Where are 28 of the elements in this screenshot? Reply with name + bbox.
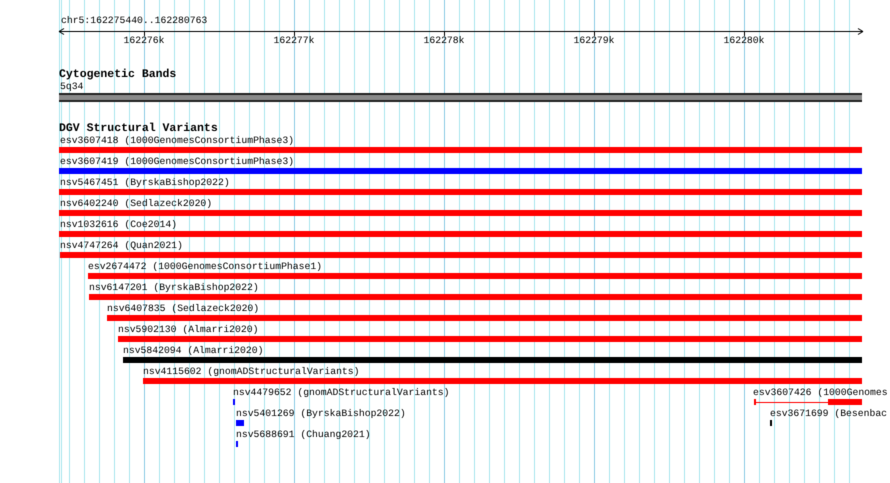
feature-label: nsv4747264 (Quan2021) bbox=[60, 240, 183, 251]
feature-label: nsv5688691 (Chuang2021) bbox=[236, 429, 371, 440]
feature-label: nsv4479652 (gnomADStructuralVariants) bbox=[233, 387, 450, 398]
ruler-tick-label: 162280k bbox=[724, 35, 764, 46]
ruler-tick-label: 162277k bbox=[274, 35, 314, 46]
feature-label: nsv4115602 (gnomADStructuralVariants) bbox=[143, 366, 360, 377]
feature-label: esv3671699 (Besenbac bbox=[770, 408, 888, 419]
ruler-tick-label: 162276k bbox=[124, 35, 164, 46]
cytoband-bar[interactable] bbox=[59, 93, 862, 102]
feature-label: nsv6407835 (Sedlazeck2020) bbox=[107, 303, 260, 314]
band-label: 5q34 bbox=[60, 81, 84, 92]
feature-label: nsv5902130 (Almarri2020) bbox=[118, 324, 258, 335]
feature-label: nsv1032616 (Coe2014) bbox=[60, 219, 178, 230]
feature-label: esv3607426 (1000Genomes bbox=[753, 387, 888, 398]
ruler-tick-label: 162278k bbox=[424, 35, 464, 46]
track-title: Cytogenetic Bands bbox=[59, 68, 176, 81]
feature-label: esv3607419 (1000GenomesConsortiumPhase3) bbox=[60, 156, 294, 167]
feature-label: nsv5467451 (ByrskaBishop2022) bbox=[60, 177, 230, 188]
track-title: DGV Structural Variants bbox=[59, 122, 218, 135]
ruler-tick-label: 162279k bbox=[574, 35, 614, 46]
feature-label: nsv6402240 (Sedlazeck2020) bbox=[60, 198, 212, 209]
feature-label: nsv6147201 (ByrskaBishop2022) bbox=[89, 282, 259, 293]
feature-bar[interactable] bbox=[754, 399, 862, 405]
feature-label: esv2674472 (1000GenomesConsortiumPhase1) bbox=[88, 261, 322, 272]
location-label: chr5:162275440..162280763 bbox=[61, 15, 208, 26]
feature-label: esv3607418 (1000GenomesConsortiumPhase3) bbox=[60, 135, 294, 146]
feature-label: nsv5842094 (Almarri2020) bbox=[123, 345, 264, 356]
feature-label: nsv5401269 (ByrskaBishop2022) bbox=[236, 408, 406, 419]
